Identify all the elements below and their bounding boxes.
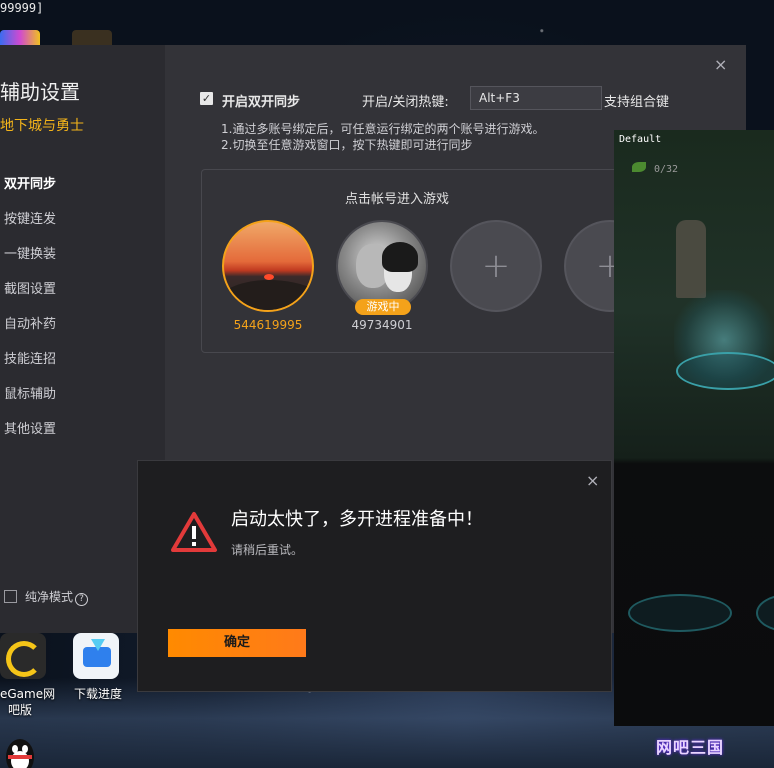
download-progress-label[interactable]: 下载进度: [66, 686, 130, 702]
egame-app-icon[interactable]: [0, 633, 46, 679]
pure-mode-label: 纯净模式: [25, 590, 74, 604]
accounts-title: 点击帐号进入游戏: [344, 192, 449, 207]
add-account-button[interactable]: +: [450, 220, 542, 312]
sidebar-item-one-key-equip[interactable]: 一键换装: [4, 243, 56, 262]
magic-circle: [756, 594, 774, 632]
egame-label-line2: 吧版: [8, 703, 33, 717]
hotkey-input[interactable]: Alt+F3: [470, 86, 602, 110]
pure-mode-checkbox[interactable]: [4, 590, 17, 603]
egame-app-label[interactable]: eGame网 吧版: [0, 686, 62, 718]
dialog-message: 请稍后重试。: [231, 543, 304, 557]
sidebar-item-dual-sync[interactable]: 双开同步: [4, 173, 56, 192]
instruction-note: 1.通过多账号绑定后，可任意运行绑定的两个账号进行游戏。: [221, 122, 545, 136]
sync-checkbox[interactable]: ✓: [200, 92, 213, 105]
plus-icon: +: [481, 246, 511, 286]
sidebar-item-mouse-assist[interactable]: 鼠标辅助: [4, 383, 56, 402]
warning-icon: [171, 512, 217, 552]
leaf-icon: [632, 162, 646, 172]
instruction-note: 2.切换至任意游戏窗口，按下热键即可进行同步: [221, 138, 473, 152]
sync-label: 开启双开同步: [222, 95, 301, 110]
account-avatar[interactable]: [222, 220, 314, 312]
qq-penguin-icon[interactable]: [0, 735, 40, 768]
game-counter: 0/32: [654, 164, 679, 175]
sidebar-item-screenshot[interactable]: 截图设置: [4, 278, 56, 297]
game-window-title: Default: [619, 134, 662, 145]
photo-figure: [382, 242, 418, 272]
dialog-title: 启动太快了，多开进程准备中！: [231, 509, 483, 530]
download-progress-app-icon[interactable]: [73, 633, 119, 679]
account-id: 49734901: [351, 318, 413, 332]
accounts-panel: 点击帐号进入游戏 + + 游戏中 544619995 49734901: [201, 169, 663, 353]
help-icon[interactable]: ?: [75, 593, 89, 606]
sidebar-item-auto-potion[interactable]: 自动补药: [4, 313, 56, 332]
watermark-logo: 网吧三国: [656, 738, 725, 757]
magic-circle: [676, 352, 774, 390]
pure-mode-toggle[interactable]: 纯净模式?: [4, 588, 89, 606]
warning-dialog: × 启动太快了，多开进程准备中！ 请稍后重试。 确定: [137, 460, 612, 692]
confirm-button[interactable]: 确定: [168, 629, 306, 657]
egame-label-line1: eGame网: [0, 687, 56, 701]
window-title: 辅助设置: [0, 80, 80, 104]
sidebar-item-skill-combo[interactable]: 技能连招: [4, 348, 56, 367]
hotkey-label: 开启/关闭热键:: [362, 95, 449, 110]
account-id: 544619995: [233, 318, 303, 332]
game-window[interactable]: Default 0/32: [614, 130, 774, 726]
magic-circle: [628, 594, 732, 632]
combo-key-hint: 支持组合键: [604, 95, 670, 110]
game-statue: [676, 220, 706, 298]
download-arrow-icon: [91, 639, 105, 651]
sidebar-item-key-repeat[interactable]: 按键连发: [4, 208, 56, 227]
hill-silhouette: [224, 280, 312, 310]
egame-logo-icon: [6, 641, 42, 677]
in-game-badge: 游戏中: [355, 299, 411, 315]
sidebar-item-other-settings[interactable]: 其他设置: [4, 418, 56, 437]
close-icon[interactable]: ×: [586, 471, 599, 490]
game-name: 地下城与勇士: [0, 118, 84, 134]
top-caption: 99999]: [0, 1, 44, 15]
close-icon[interactable]: ×: [714, 55, 727, 74]
